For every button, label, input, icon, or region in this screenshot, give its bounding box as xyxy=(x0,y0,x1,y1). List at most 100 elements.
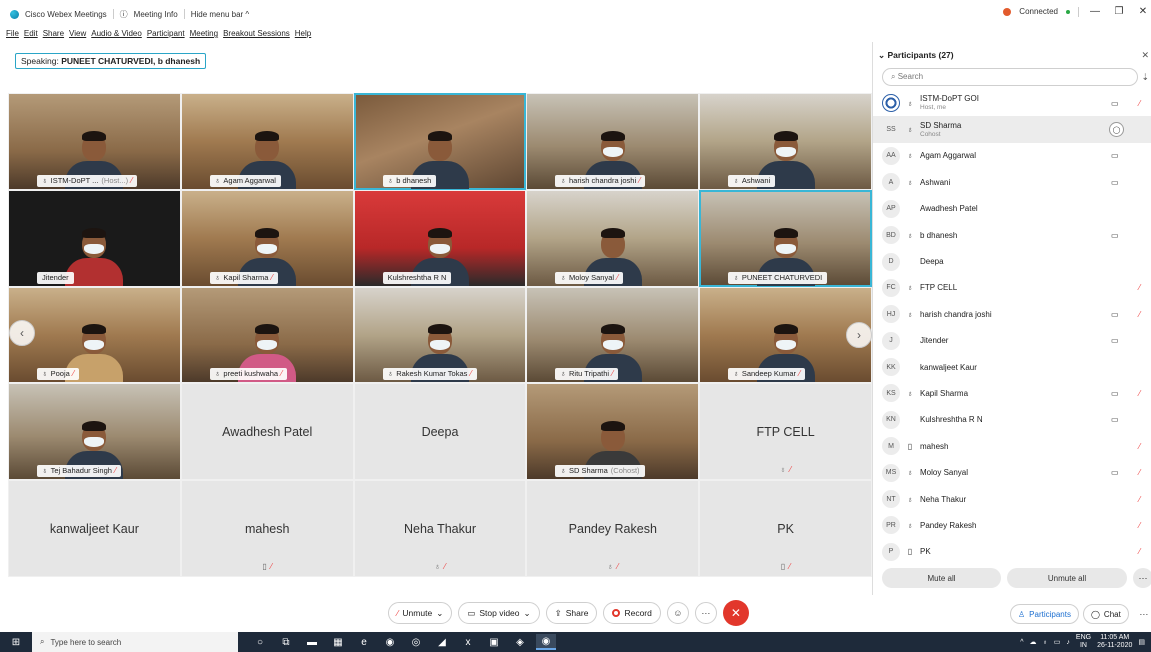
muted-icon[interactable]: ⁄ xyxy=(1139,547,1140,556)
participant-row[interactable]: D Deepa xyxy=(873,248,1151,274)
video-tile[interactable]: ♁ PUNEET CHATURVEDI xyxy=(699,189,872,287)
participant-row[interactable]: KK kanwaljeet Kaur xyxy=(873,354,1151,380)
participant-row[interactable]: BD ♁ b dhanesh ▭ xyxy=(873,222,1151,248)
participant-search-input[interactable]: ⌕ Search xyxy=(882,68,1138,86)
app-icon[interactable]: ◢ xyxy=(432,634,452,650)
participant-row[interactable]: FC ♁ FTP CELL ⁄ xyxy=(873,275,1151,301)
video-tile[interactable]: Kulshreshtha R N xyxy=(353,189,527,287)
muted-icon[interactable]: ⁄ xyxy=(1139,521,1140,530)
task-view-icon[interactable]: ⧉ xyxy=(276,634,296,650)
menu-help[interactable]: Help xyxy=(295,29,311,38)
participant-row[interactable]: SS ♁ SD Sharma Cohost ◯ xyxy=(873,116,1151,143)
file-explorer-icon[interactable]: ▬ xyxy=(302,634,322,650)
previous-page-icon[interactable]: ‹ xyxy=(9,320,35,346)
avatar-tile[interactable]: Pandey Rakesh ♁ ⁄ xyxy=(526,480,700,577)
unmute-all-button[interactable]: Unmute all xyxy=(1007,568,1127,588)
mic-tray-icon[interactable]: ♁ xyxy=(1043,639,1048,646)
muted-icon[interactable]: ⁄ xyxy=(1139,99,1140,108)
language-indicator[interactable]: ENG IN xyxy=(1076,634,1091,650)
mute-all-button[interactable]: Mute all xyxy=(882,568,1001,588)
participants-toggle-button[interactable]: ♙ Participants xyxy=(1010,604,1079,624)
participant-row[interactable]: MS ♁ Moloy Sanyal ▭ ⁄ xyxy=(873,459,1151,485)
menu-breakout-sessions[interactable]: Breakout Sessions xyxy=(223,29,290,38)
video-tile[interactable]: ♁ ISTM-DoPT ... (Host...) ⁄ xyxy=(8,93,181,190)
cloud-icon[interactable]: ☁ xyxy=(1030,638,1037,646)
chat-toggle-button[interactable]: ◯ Chat xyxy=(1082,604,1129,624)
muted-icon[interactable]: ⁄ xyxy=(1139,310,1140,319)
volume-icon[interactable]: ♪ xyxy=(1066,639,1070,646)
minimize-icon[interactable]: — xyxy=(1087,6,1103,17)
muted-icon[interactable]: ⁄ xyxy=(1139,468,1140,477)
calculator-icon[interactable]: ▦ xyxy=(328,634,348,650)
participant-row[interactable]: J Jitender ▭ xyxy=(873,328,1151,354)
webex-taskbar-icon[interactable]: ◉ xyxy=(536,634,556,650)
video-tile[interactable]: ♁ Tej Bahadur Singh ⁄ xyxy=(8,383,181,481)
more-options-icon[interactable]: ⋯ xyxy=(1132,603,1151,625)
participant-row[interactable]: A ♁ Ashwani ▭ xyxy=(873,169,1151,195)
video-tile[interactable]: ♁ Agam Aggarwal xyxy=(180,93,354,190)
video-tile[interactable]: ♁ harish chandra joshi ⁄ xyxy=(526,93,700,190)
participants-header[interactable]: ⌄ Participants (27) xyxy=(878,50,954,61)
chrome-icon[interactable]: ◎ xyxy=(406,634,426,650)
windows-start-icon[interactable]: ⊞ xyxy=(0,632,32,652)
avatar-tile[interactable]: mahesh ▯ ⁄ xyxy=(180,480,354,577)
menu-share[interactable]: Share xyxy=(43,29,64,38)
participant-row[interactable]: AA ♁ Agam Aggarwal ▭ xyxy=(873,143,1151,169)
close-icon[interactable]: ✕ xyxy=(1135,6,1151,17)
end-meeting-icon[interactable]: ✕ xyxy=(722,600,749,626)
participant-row[interactable]: M ▯ mahesh ⁄ xyxy=(873,433,1151,459)
app-icon[interactable]: ◈ xyxy=(510,634,530,650)
avatar-tile[interactable]: Deepa xyxy=(353,383,527,481)
reactions-icon[interactable]: ☺ xyxy=(666,602,689,624)
network-icon[interactable]: ▭ xyxy=(1054,638,1061,646)
participant-row[interactable]: HJ ♁ harish chandra joshi ▭ ⁄ xyxy=(873,301,1151,327)
hide-menu-bar-button[interactable]: Hide menu bar ^ xyxy=(191,10,249,19)
menu-view[interactable]: View xyxy=(69,29,86,38)
video-tile[interactable]: ♁ SD Sharma (Cohost) xyxy=(526,383,700,481)
connection-status[interactable]: Connected xyxy=(1019,7,1058,16)
unmute-button[interactable]: ⁄ Unmute ⌄ xyxy=(388,602,453,624)
participant-row[interactable]: AP Awadhesh Patel xyxy=(873,196,1151,222)
meeting-info-button[interactable]: Meeting Info xyxy=(134,10,178,19)
video-tile[interactable]: ♁ Ritu Tripathi ⁄ xyxy=(526,286,700,384)
video-tile[interactable]: ♁ b dhanesh xyxy=(353,93,527,190)
close-panel-icon[interactable]: ✕ xyxy=(1141,50,1149,61)
taskbar-search-input[interactable]: ⌕ Type here to search xyxy=(32,632,238,652)
video-tile[interactable]: ♁ Kapil Sharma ⁄ xyxy=(180,189,354,287)
restore-icon[interactable]: ❐ xyxy=(1111,6,1127,17)
participant-row[interactable]: ♁ ISTM-DoPT GOI Host, me ▭ ⁄ xyxy=(873,90,1151,116)
menu-meeting[interactable]: Meeting xyxy=(190,29,218,38)
cortana-icon[interactable]: ○ xyxy=(250,634,270,650)
avatar-tile[interactable]: FTP CELL ♁ ⁄ xyxy=(699,383,872,481)
record-button[interactable]: Record xyxy=(603,602,661,624)
next-page-icon[interactable]: › xyxy=(846,322,872,348)
share-button[interactable]: ⇪ Share xyxy=(545,602,598,624)
more-options-icon[interactable]: ⋯ xyxy=(1133,568,1151,588)
avatar-tile[interactable]: Neha Thakur ♁ ⁄ xyxy=(353,480,527,577)
participant-row[interactable]: P ▯ PK ⁄ xyxy=(873,539,1151,565)
muted-icon[interactable]: ⁄ xyxy=(1139,283,1140,292)
menu-file[interactable]: File xyxy=(6,29,19,38)
video-tile[interactable]: Jitender xyxy=(8,189,181,287)
video-tile[interactable]: ♁ preeti kushwaha ⁄ xyxy=(180,286,354,384)
participant-row[interactable]: PR ♁ Pandey Rakesh ⁄ xyxy=(873,512,1151,538)
stop-video-button[interactable]: ▭ Stop video ⌄ xyxy=(458,602,540,624)
menu-participant[interactable]: Participant xyxy=(147,29,185,38)
participant-row[interactable]: NT ♁ Neha Thakur ⁄ xyxy=(873,486,1151,512)
photos-icon[interactable]: ▣ xyxy=(484,634,504,650)
more-options-icon[interactable]: ⋯ xyxy=(694,602,717,624)
muted-icon[interactable]: ⁄ xyxy=(1139,495,1140,504)
avatar-tile[interactable]: Awadhesh Patel xyxy=(180,383,354,481)
muted-icon[interactable]: ⁄ xyxy=(1139,389,1140,398)
tray-chevron-icon[interactable]: ^ xyxy=(1020,639,1023,646)
notifications-icon[interactable]: ▤ xyxy=(1138,638,1145,646)
avatar-tile[interactable]: PK ▯ ⁄ xyxy=(699,480,872,577)
video-tile[interactable]: ♁ Ashwani xyxy=(699,93,872,190)
firefox-icon[interactable]: ◉ xyxy=(380,634,400,650)
participant-row[interactable]: KS ♁ Kapil Sharma ▭ ⁄ xyxy=(873,380,1151,406)
video-tile[interactable]: ♁ Rakesh Kumar Tokas ⁄ xyxy=(353,286,527,384)
avatar-tile[interactable]: kanwaljeet Kaur xyxy=(8,480,181,577)
menu-edit[interactable]: Edit xyxy=(24,29,38,38)
menu-audio-video[interactable]: Audio & Video xyxy=(91,29,142,38)
muted-icon[interactable]: ⁄ xyxy=(1139,442,1140,451)
